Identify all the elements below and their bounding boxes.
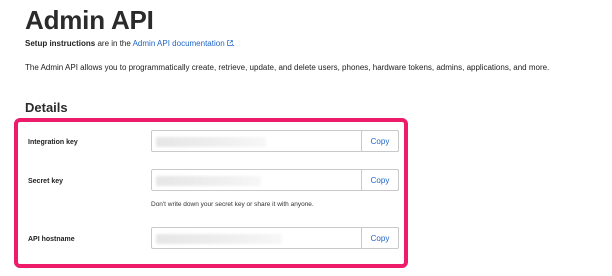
details-heading: Details — [25, 100, 68, 115]
copy-integration-key-button[interactable]: Copy — [361, 130, 399, 152]
integration-key-field: Copy — [151, 130, 399, 152]
integration-key-label: Integration key — [28, 139, 78, 146]
page-title: Admin API — [25, 5, 154, 35]
setup-end-text: . — [232, 39, 235, 48]
secret-key-hint: Don't write down your secret key or shar… — [151, 201, 314, 208]
api-hostname-value[interactable] — [152, 228, 361, 248]
secret-key-label: Secret key — [28, 178, 64, 185]
setup-instructions: Setup instructions are in the Admin API … — [25, 39, 235, 48]
setup-label: Setup instructions — [25, 39, 96, 48]
copy-secret-key-button[interactable]: Copy — [361, 169, 399, 191]
secret-key-field: Copy — [151, 169, 399, 191]
secret-key-value[interactable] — [152, 170, 361, 190]
details-panel: Integration key Copy Secret key Copy Don… — [14, 118, 408, 268]
api-description: The Admin API allows you to programmatic… — [25, 63, 550, 72]
api-hostname-field: Copy — [151, 227, 399, 249]
setup-middle-text: are in the — [95, 39, 133, 48]
admin-api-documentation-link[interactable]: Admin API documentation — [133, 39, 233, 48]
copy-api-hostname-button[interactable]: Copy — [361, 227, 399, 249]
integration-key-value[interactable] — [152, 131, 361, 151]
api-hostname-label: API hostname — [28, 236, 75, 243]
